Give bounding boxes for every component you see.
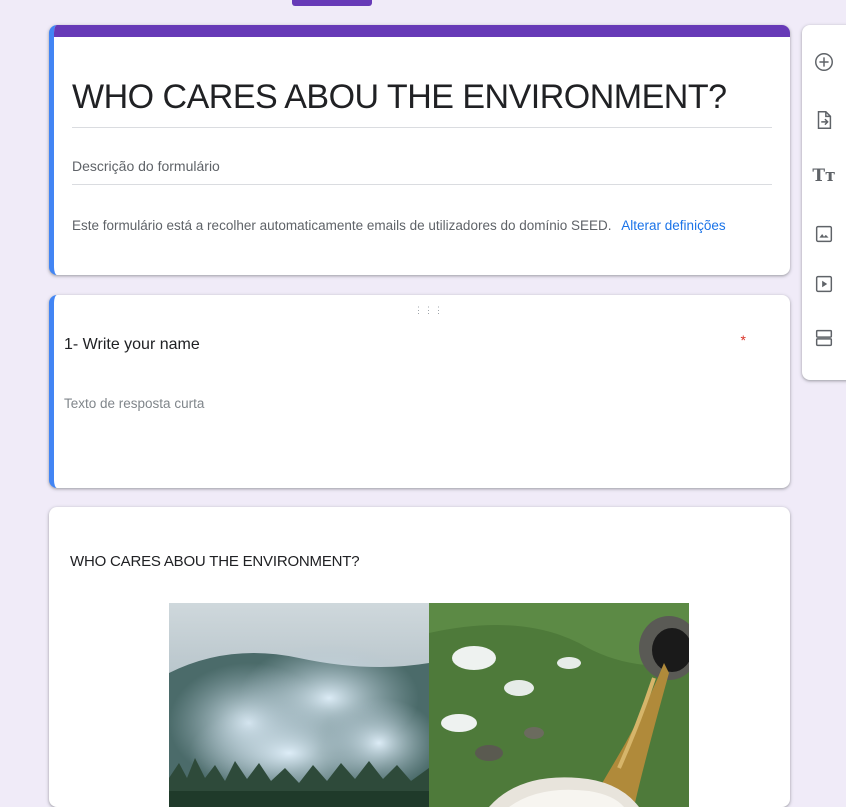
add-title-label: Tт [812,166,836,186]
short-answer-placeholder: Texto de resposta curta [64,396,205,411]
section-image[interactable] [169,603,689,807]
sewage-pipe-discharge-image [429,603,689,807]
section-title[interactable]: WHO CARES ABOU THE ENVIRONMENT? [70,553,360,570]
drag-handle-icon[interactable]: ⋮⋮⋮ [414,305,444,316]
change-settings-link[interactable]: Alterar definições [621,218,725,233]
import-questions-icon[interactable] [811,107,837,133]
add-section-icon[interactable] [811,325,837,351]
add-video-icon[interactable] [811,271,837,297]
form-header-card[interactable]: WHO CARES ABOU THE ENVIRONMENT? Descriçã… [49,25,790,275]
add-title-icon[interactable]: Tт [811,163,837,189]
theme-color-band [54,25,790,37]
add-question-icon[interactable] [811,49,837,75]
add-image-icon[interactable] [811,221,837,247]
section-card[interactable]: WHO CARES ABOU THE ENVIRONMENT? [49,507,790,807]
active-tab-indicator [292,0,372,6]
form-title[interactable]: WHO CARES ABOU THE ENVIRONMENT? [72,77,772,128]
required-marker: * [740,332,746,348]
forest-fire-smoke-image [169,603,429,807]
email-notice-text: Este formulário está a recolher automati… [72,218,612,233]
question-card[interactable]: ⋮⋮⋮ 1- Write your name * Texto de respos… [49,295,790,488]
question-title[interactable]: 1- Write your name [64,336,200,354]
floating-toolbar: Tт [802,25,846,380]
email-collection-notice: Este formulário está a recolher automati… [72,218,772,233]
form-description-input[interactable]: Descrição do formulário [72,158,772,185]
